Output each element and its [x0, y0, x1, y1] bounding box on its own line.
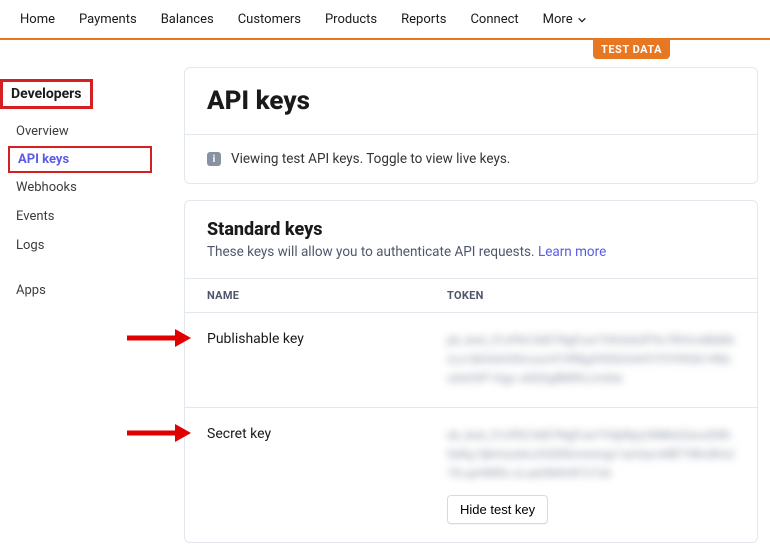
- nav-more-label: More: [543, 12, 573, 27]
- nav-more[interactable]: More: [543, 12, 587, 27]
- sidebar-item-webhooks[interactable]: Webhooks: [0, 173, 160, 202]
- col-header-token: TOKEN: [447, 289, 735, 302]
- notice-text: Viewing test API keys. Toggle to view li…: [231, 151, 510, 167]
- sidebar: Developers Overview API keys Webhooks Ev…: [0, 59, 160, 559]
- key-token-publishable[interactable]: pk_test_51xPkC3d07NgFuw7VkGdoSF9c7RHrnAB…: [447, 331, 735, 389]
- page-title: API keys: [207, 86, 735, 116]
- nav-products[interactable]: Products: [325, 12, 377, 27]
- learn-more-link[interactable]: Learn more: [538, 244, 606, 260]
- nav-reports[interactable]: Reports: [401, 12, 446, 27]
- test-data-badge: TEST DATA: [593, 40, 670, 59]
- key-name-publishable: Publishable key: [207, 331, 447, 347]
- sidebar-item-api-keys[interactable]: API keys: [8, 146, 152, 173]
- key-token-secret[interactable]: sk_test_51xPkC3d07NgFuw7VdpRpy34MkAZavuG…: [447, 426, 735, 484]
- section-sub: These keys will allow you to authenticat…: [207, 244, 735, 260]
- sidebar-item-events[interactable]: Events: [0, 202, 160, 231]
- nav-home[interactable]: Home: [20, 12, 55, 27]
- notice-bar: i Viewing test API keys. Toggle to view …: [185, 134, 757, 183]
- hide-test-key-button[interactable]: Hide test key: [447, 495, 548, 524]
- table-row: Publishable key pk_test_51xPkC3d07NgFuw7…: [185, 312, 757, 407]
- info-icon: i: [207, 152, 221, 166]
- content: API keys i Viewing test API keys. Toggle…: [160, 59, 770, 559]
- section-title-standard: Standard keys: [207, 219, 735, 240]
- test-data-wrap: TEST DATA: [0, 40, 770, 59]
- nav-customers[interactable]: Customers: [238, 12, 301, 27]
- key-name-secret: Secret key: [207, 426, 447, 442]
- nav-connect[interactable]: Connect: [470, 12, 518, 27]
- col-header-name: NAME: [207, 289, 447, 302]
- sidebar-item-logs[interactable]: Logs: [0, 231, 160, 260]
- table-row: Secret key sk_test_51xPkC3d07NgFuw7VdpRp…: [185, 407, 757, 543]
- top-nav: Home Payments Balances Customers Product…: [0, 0, 770, 40]
- nav-payments[interactable]: Payments: [79, 12, 137, 27]
- chevron-down-icon: [577, 15, 587, 25]
- sidebar-item-apps[interactable]: Apps: [0, 276, 160, 305]
- table-header: NAME TOKEN: [185, 278, 757, 312]
- sidebar-item-overview[interactable]: Overview: [0, 117, 160, 146]
- nav-balances[interactable]: Balances: [161, 12, 214, 27]
- sidebar-heading-developers[interactable]: Developers: [0, 79, 93, 109]
